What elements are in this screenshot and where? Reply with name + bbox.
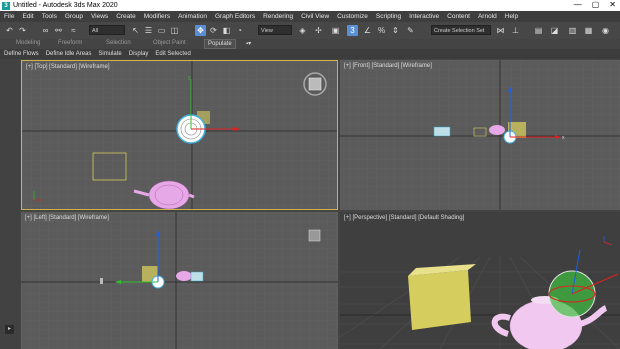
viewport-top-scene: y	[22, 61, 337, 209]
minimize-button[interactable]: —	[574, 0, 582, 9]
named-selection-set-placeholder: Create Selection Set	[434, 28, 485, 34]
ribbon-tab-populate[interactable]: Populate	[204, 39, 236, 49]
ribbon-tab-selection[interactable]: Selection	[106, 40, 131, 46]
toggle-layer-explorer-icon[interactable]: ◪	[549, 25, 560, 36]
rotate-gizmo-icon[interactable]	[548, 249, 619, 318]
curve-editor-icon[interactable]: ▥	[567, 25, 578, 36]
window-crossing-icon[interactable]: ◫	[169, 25, 180, 36]
material-editor-icon[interactable]: ◉	[600, 25, 611, 36]
simulate-button[interactable]: Simulate	[98, 51, 121, 57]
pivot-center-icon[interactable]: ◈	[297, 25, 308, 36]
menu-rendering[interactable]: Rendering	[263, 13, 293, 20]
edit-named-selection-icon[interactable]: ✎	[405, 25, 416, 36]
viewport-front[interactable]: [+] [Front] [Standard] [Wireframe] x	[340, 60, 620, 210]
display-button[interactable]: Display	[129, 51, 149, 57]
select-and-place-icon[interactable]: ◔	[234, 25, 245, 36]
spinner-snap-icon[interactable]: ⇕	[390, 25, 401, 36]
keyboard-shortcut-override-icon[interactable]: ▣	[330, 25, 341, 36]
link-icon[interactable]: ∞	[40, 25, 51, 36]
viewport-left[interactable]: [+] [Left] [Standard] [Wireframe]	[21, 212, 338, 349]
select-and-move-icon[interactable]: ✥	[195, 25, 206, 36]
menu-scripting[interactable]: Scripting	[376, 13, 401, 20]
viewport-top-label[interactable]: [+] [Top] [Standard] [Wireframe]	[26, 64, 110, 70]
reference-coordinate-value: View	[261, 28, 273, 34]
menu-content[interactable]: Content	[447, 13, 470, 20]
ribbon-panel: Define Flows Define Idle Areas Simulate …	[0, 49, 620, 59]
snaps-toggle-label: 3	[350, 26, 355, 35]
viewport-top[interactable]: [+] [Top] [Standard] [Wireframe] y	[21, 60, 338, 210]
window-title: Untitled - Autodesk 3ds Max 2020	[13, 2, 118, 9]
ribbon-options-icon[interactable]: ▪▾	[246, 40, 251, 47]
named-selection-set-dropdown[interactable]: Create Selection Set	[431, 25, 491, 35]
schematic-view-icon[interactable]: ▦	[583, 25, 594, 36]
reference-coordinate-dropdown[interactable]: View	[258, 25, 292, 35]
align-icon[interactable]: ⊥	[510, 25, 521, 36]
select-and-scale-icon[interactable]: ◧	[221, 25, 232, 36]
main-toolbar: ↶ ↷ ∞ ⚯ ≈ All ↖ ☰ ▭ ◫ ✥ ⟳ ◧ ◔ View ◈ ✢ ▣…	[0, 22, 620, 40]
viewport-left-label[interactable]: [+] [Left] [Standard] [Wireframe]	[25, 215, 109, 221]
define-idle-areas-button[interactable]: Define Idle Areas	[46, 51, 92, 57]
box-perspective[interactable]	[408, 264, 476, 330]
select-by-name-icon[interactable]: ☰	[143, 25, 154, 36]
redo-icon[interactable]: ↷	[17, 25, 28, 36]
mirror-icon[interactable]: ⋈	[495, 25, 506, 36]
close-button[interactable]: ✕	[609, 0, 616, 9]
maximize-button[interactable]: ▢	[592, 0, 600, 9]
viewport-left-scene	[21, 212, 338, 349]
toggle-scene-explorer-icon[interactable]: ▤	[533, 25, 544, 36]
select-manipulate-icon[interactable]: ✢	[313, 25, 324, 36]
unlink-icon[interactable]: ⚯	[53, 25, 64, 36]
menu-customize[interactable]: Customize	[337, 13, 368, 20]
viewport-perspective-label[interactable]: [+] [Perspective] [Standard] [Default Sh…	[344, 215, 464, 221]
menu-tools[interactable]: Tools	[42, 13, 57, 20]
ribbon-tabs: Modeling Freeform Selection Object Paint…	[0, 39, 620, 49]
selection-filter-dropdown[interactable]: All	[89, 25, 125, 35]
ribbon-tab-freeform[interactable]: Freeform	[58, 40, 82, 46]
cylinder-left[interactable]	[190, 271, 204, 282]
menu-file[interactable]: File	[4, 13, 14, 20]
selection-filter-value: All	[92, 28, 99, 34]
menu-animation[interactable]: Animation	[178, 13, 207, 20]
menu-modifiers[interactable]: Modifiers	[144, 13, 170, 20]
select-and-rotate-icon[interactable]: ⟳	[208, 25, 219, 36]
menu-group[interactable]: Group	[65, 13, 83, 20]
menu-views[interactable]: Views	[91, 13, 108, 20]
menu-graph-editors[interactable]: Graph Editors	[215, 13, 255, 20]
menu-create[interactable]: Create	[116, 13, 136, 20]
teapot-left[interactable]	[176, 271, 192, 281]
undo-icon[interactable]: ↶	[4, 25, 15, 36]
viewport-front-scene: x	[340, 60, 620, 210]
teapot-front[interactable]	[489, 125, 505, 135]
rectangular-selection-icon[interactable]: ▭	[156, 25, 167, 36]
define-flows-button[interactable]: Define Flows	[4, 51, 39, 57]
snaps-toggle-icon[interactable]: 3	[347, 25, 358, 36]
left-side-strip: ▸	[0, 59, 20, 349]
cylinder-wireframe[interactable]	[433, 126, 451, 137]
viewport-perspective-scene	[340, 236, 620, 349]
3ds-max-icon: 3	[2, 1, 10, 10]
menu-help[interactable]: Help	[505, 13, 518, 20]
menu-interactive[interactable]: Interactive	[409, 13, 439, 20]
ribbon-tab-object-paint[interactable]: Object Paint	[153, 40, 186, 46]
viewport-front-label[interactable]: [+] [Front] [Standard] [Wireframe]	[344, 63, 432, 69]
angle-snap-icon[interactable]: ∠	[362, 25, 373, 36]
menu-bar: File Edit Tools Group Views Create Modif…	[0, 11, 620, 22]
viewport-perspective[interactable]: [+] [Perspective] [Standard] [Default Sh…	[340, 212, 620, 349]
viewcube-left-icon[interactable]	[308, 229, 321, 242]
menu-civil-view[interactable]: Civil View	[301, 13, 329, 20]
expand-arrow-icon[interactable]: ▸	[5, 325, 14, 334]
percent-snap-icon[interactable]: %	[376, 25, 387, 36]
bind-space-warp-icon[interactable]: ≈	[68, 25, 79, 36]
ribbon-tab-modeling[interactable]: Modeling	[16, 40, 40, 46]
menu-edit[interactable]: Edit	[22, 13, 33, 20]
title-bar: 3 Untitled - Autodesk 3ds Max 2020 — ▢ ✕	[0, 0, 620, 11]
edit-selected-button[interactable]: Edit Selected	[155, 51, 190, 57]
select-object-icon[interactable]: ↖	[130, 25, 141, 36]
menu-arnold[interactable]: Arnold	[478, 13, 497, 20]
